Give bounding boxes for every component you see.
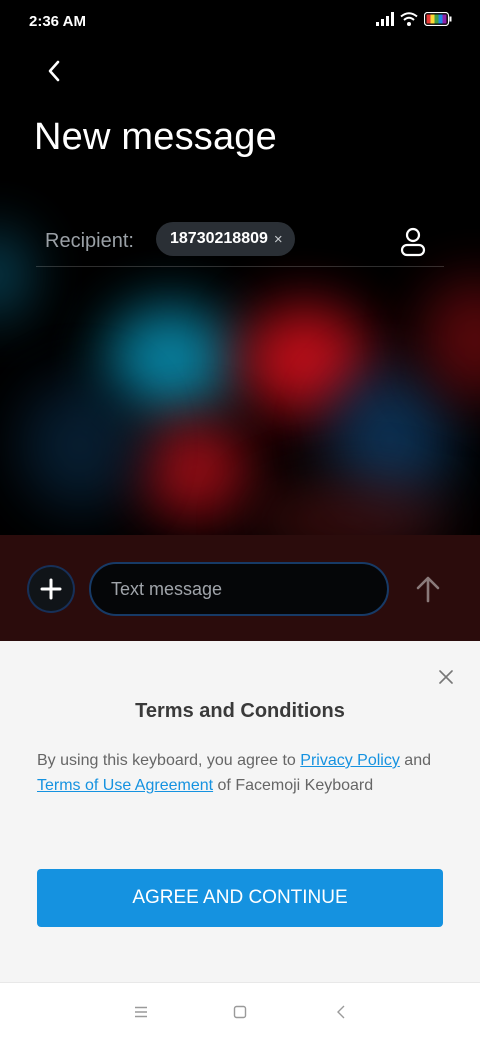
page-title: New message xyxy=(34,116,277,158)
wifi-icon xyxy=(400,12,418,26)
plus-icon xyxy=(40,578,62,600)
message-input[interactable] xyxy=(89,562,389,616)
recipient-chip[interactable]: 18730218809 × xyxy=(156,222,295,256)
close-button[interactable] xyxy=(434,665,458,689)
back-icon xyxy=(337,1005,345,1019)
send-button[interactable] xyxy=(411,572,445,606)
recipient-label: Recipient: xyxy=(45,230,134,252)
system-nav-bar xyxy=(0,982,480,1041)
chip-remove-icon[interactable]: × xyxy=(274,231,283,248)
agree-and-continue-button[interactable]: AGREE AND CONTINUE xyxy=(37,869,443,927)
status-icons xyxy=(376,12,452,26)
nav-back-button[interactable] xyxy=(329,1000,353,1024)
home-icon xyxy=(233,1005,247,1019)
recipient-row: Recipient: 18730218809 × xyxy=(36,218,444,267)
battery-icon xyxy=(424,12,452,26)
arrow-up-icon xyxy=(416,576,440,603)
privacy-policy-link[interactable]: Privacy Policy xyxy=(300,752,400,769)
contact-picker-button[interactable] xyxy=(396,224,430,258)
chevron-left-icon xyxy=(48,60,60,82)
terms-sheet: Terms and Conditions By using this keybo… xyxy=(0,641,480,982)
nav-menu-button[interactable] xyxy=(129,1000,153,1024)
terms-body-middle: and xyxy=(399,752,431,769)
terms-of-use-link[interactable]: Terms of Use Agreement xyxy=(37,777,213,794)
add-attachment-button[interactable] xyxy=(29,567,73,611)
status-bar: 2:36 AM xyxy=(0,0,480,44)
signal-icon xyxy=(376,12,394,26)
back-button[interactable] xyxy=(38,55,70,87)
terms-body-suffix: of Facemoji Keyboard xyxy=(213,777,374,794)
terms-body: By using this keyboard, you agree to Pri… xyxy=(37,748,447,798)
close-icon xyxy=(439,670,453,684)
recipient-chip-value: 18730218809 xyxy=(170,230,268,247)
terms-body-prefix: By using this keyboard, you agree to xyxy=(37,752,301,769)
person-icon xyxy=(400,227,426,257)
nav-home-button[interactable] xyxy=(228,1000,252,1024)
menu-icon xyxy=(135,1006,147,1018)
terms-title: Terms and Conditions xyxy=(135,700,345,722)
status-time: 2:36 AM xyxy=(29,13,86,30)
